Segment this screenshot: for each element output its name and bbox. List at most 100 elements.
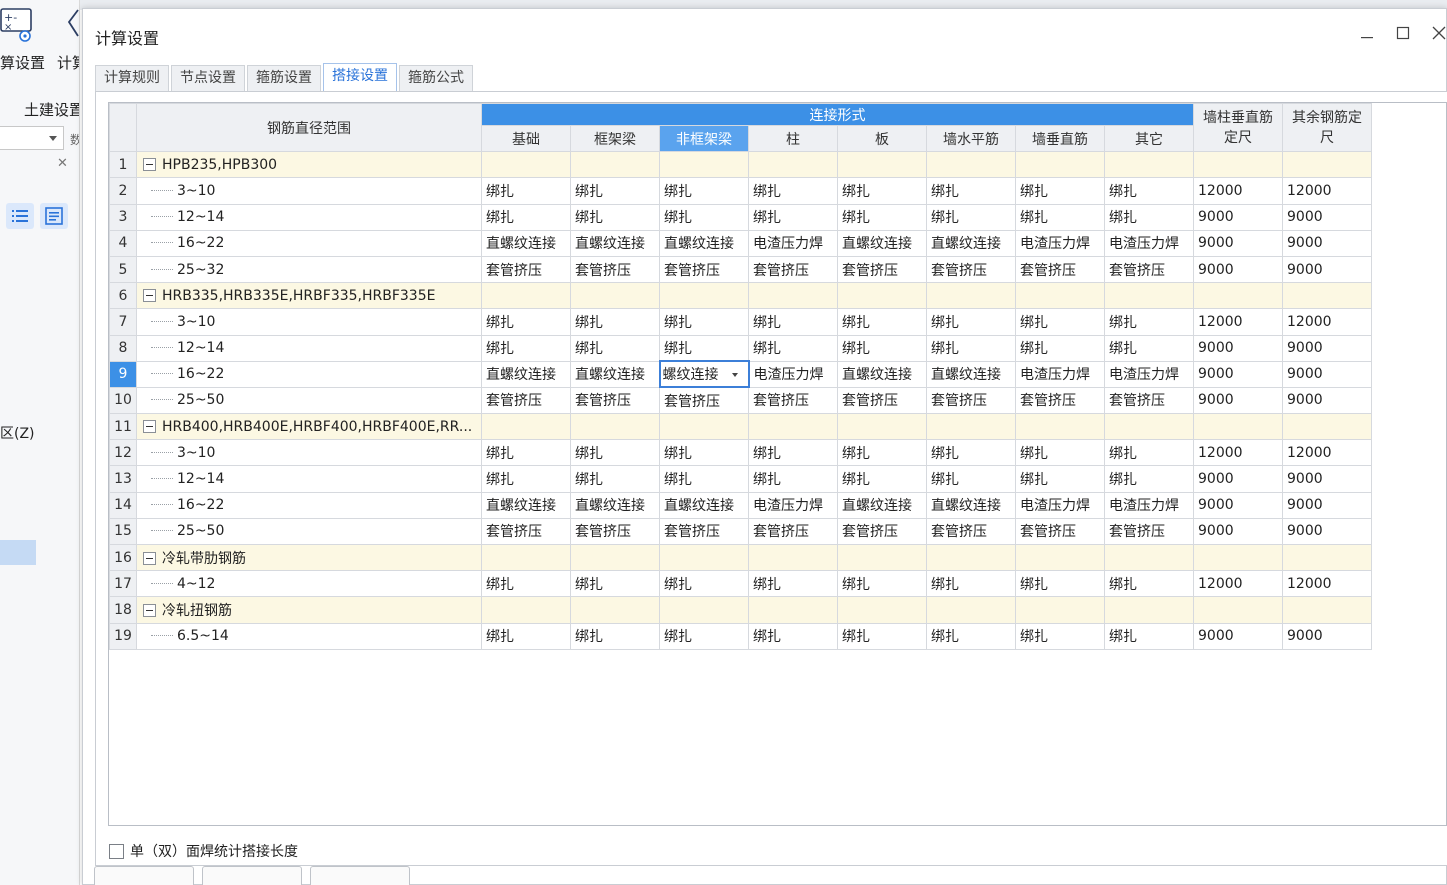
table-cell[interactable]	[926, 282, 1016, 310]
table-cell[interactable]: 绑扎	[1104, 465, 1194, 493]
detail-view-button[interactable]	[40, 203, 68, 229]
range-cell[interactable]: 12~14	[136, 334, 482, 362]
table-cell[interactable]: 套管挤压	[926, 517, 1016, 546]
table-cell[interactable]	[659, 282, 749, 310]
header-other-length[interactable]: 其余钢筋定尺	[1282, 103, 1372, 153]
range-cell[interactable]: 16~22	[136, 491, 482, 519]
table-cell[interactable]	[1015, 282, 1105, 310]
table-cell[interactable]: 绑扎	[1015, 622, 1105, 650]
table-cell[interactable]: 绑扎	[570, 622, 660, 650]
row-number[interactable]: 5	[109, 255, 137, 284]
table-row[interactable]: 12 3~10 绑扎 绑扎 绑扎 绑扎 绑扎 绑扎 绑扎 绑扎 12000 12000	[109, 439, 1372, 467]
table-cell[interactable]	[570, 543, 660, 572]
checkbox-box[interactable]	[109, 843, 124, 859]
table-cell[interactable]: 套管挤压	[1104, 517, 1194, 546]
table-cell[interactable]: 绑扎	[659, 203, 749, 231]
row-number[interactable]: 6	[109, 282, 137, 310]
table-cell[interactable]	[570, 151, 660, 179]
calc-settings-icon[interactable]: +- ×	[0, 6, 34, 42]
table-cell[interactable]: 电渣压力焊	[748, 360, 838, 388]
table-cell[interactable]: 套管挤压	[926, 386, 1016, 415]
collapse-icon[interactable]	[143, 603, 156, 617]
table-cell[interactable]: 绑扎	[481, 570, 571, 598]
table-cell[interactable]: 套管挤压	[1104, 255, 1194, 284]
collapse-icon[interactable]	[143, 288, 156, 302]
table-cell[interactable]: 12000	[1282, 177, 1372, 205]
table-cell[interactable]	[748, 413, 838, 441]
table-cell[interactable]: 绑扎	[1104, 334, 1194, 362]
table-cell[interactable]: 套管挤压	[570, 255, 660, 284]
table-cell[interactable]: 12000	[1193, 570, 1283, 598]
row-number[interactable]: 8	[109, 334, 137, 362]
table-cell[interactable]: 12000	[1193, 177, 1283, 205]
table-cell[interactable]: 绑扎	[837, 465, 927, 493]
table-cell[interactable]: 绑扎	[926, 570, 1016, 598]
table-cell[interactable]	[837, 151, 927, 179]
table-cell[interactable]: 9000	[1193, 255, 1283, 284]
table-cell[interactable]: 绑扎	[570, 308, 660, 336]
table-cell[interactable]: 绑扎	[1104, 622, 1194, 650]
table-cell[interactable]	[659, 413, 749, 441]
table-cell[interactable]	[1193, 543, 1283, 572]
row-number[interactable]: 18	[109, 596, 137, 624]
table-cell[interactable]: 绑扎	[926, 177, 1016, 205]
row-number[interactable]: 4	[109, 229, 137, 257]
table-cell[interactable]	[748, 596, 838, 624]
table-cell[interactable]: 绑扎	[659, 308, 749, 336]
table-cell[interactable]: 绑扎	[748, 203, 838, 231]
table-cell[interactable]: 绑扎	[481, 177, 571, 205]
table-row[interactable]: 15 25~50 套管挤压 套管挤压 套管挤压 套管挤压 套管挤压 套管挤压 套管挤压 套管挤压 9…	[109, 517, 1372, 546]
table-cell[interactable]: 绑扎	[748, 465, 838, 493]
row-number[interactable]: 13	[109, 465, 137, 493]
table-cell[interactable]	[659, 151, 749, 179]
table-cell[interactable]: 绑扎	[837, 622, 927, 650]
list-view-button[interactable]	[6, 203, 34, 229]
dialog-bottom-button-1[interactable]	[94, 866, 194, 885]
table-cell[interactable]: 直螺纹连接	[926, 360, 1016, 388]
table-cell[interactable]: 直螺纹连接	[481, 229, 571, 257]
table-cell[interactable]: 绑扎	[1104, 177, 1194, 205]
table-cell[interactable]	[481, 413, 571, 441]
table-cell[interactable]: 9000	[1193, 465, 1283, 493]
range-cell[interactable]: 16~22	[136, 360, 482, 388]
table-cell[interactable]: 绑扎	[748, 570, 838, 598]
table-cell[interactable]	[570, 282, 660, 310]
table-row[interactable]: 8 12~14 绑扎 绑扎 绑扎 绑扎 绑扎 绑扎 绑扎 绑扎 9000 9000	[109, 334, 1372, 362]
table-row[interactable]: 7 3~10 绑扎 绑扎 绑扎 绑扎 绑扎 绑扎 绑扎 绑扎 12000 12000	[109, 308, 1372, 336]
table-cell[interactable]	[1104, 543, 1194, 572]
chevron-down-icon[interactable]	[731, 373, 738, 378]
table-cell[interactable]: 套管挤压	[570, 386, 660, 415]
table-row[interactable]: 5 25~32 套管挤压 套管挤压 套管挤压 套管挤压 套管挤压 套管挤压 套管挤压 套管挤压 90…	[109, 255, 1372, 284]
table-cell[interactable]	[748, 543, 838, 572]
table-cell[interactable]: 绑扎	[748, 439, 838, 467]
table-cell[interactable]: 套管挤压	[926, 255, 1016, 284]
table-cell[interactable]: 绑扎	[659, 570, 749, 598]
table-cell[interactable]	[837, 413, 927, 441]
table-cell[interactable]: 12000	[1282, 570, 1372, 598]
table-cell[interactable]: 绑扎	[1104, 308, 1194, 336]
table-cell[interactable]: 绑扎	[1015, 465, 1105, 493]
table-cell[interactable]: 绑扎	[1015, 203, 1105, 231]
table-cell[interactable]: 绑扎	[570, 570, 660, 598]
table-cell[interactable]	[481, 151, 571, 179]
row-number[interactable]: 15	[109, 517, 137, 546]
table-cell[interactable]: 12000	[1193, 439, 1283, 467]
table-cell[interactable]: 绑扎	[570, 439, 660, 467]
table-cell[interactable]: 绑扎	[837, 570, 927, 598]
table-cell[interactable]	[837, 543, 927, 572]
table-cell[interactable]	[1193, 151, 1283, 179]
table-cell[interactable]: 绑扎	[748, 334, 838, 362]
table-cell[interactable]: 绑扎	[837, 439, 927, 467]
sub-header-7[interactable]: 墙垂直筋	[1015, 124, 1105, 153]
table-cell[interactable]: 电渣压力焊	[1104, 360, 1194, 388]
table-row[interactable]: 9 16~22 直螺纹连接 直螺纹连接 螺纹连接 电渣压力焊 直螺纹连接 直螺纹连接 电渣压力焊…	[109, 360, 1372, 389]
sub-header-1[interactable]: 基础	[481, 124, 571, 153]
table-cell[interactable]: 直螺纹连接	[837, 360, 927, 388]
collapse-icon[interactable]	[143, 157, 156, 171]
table-cell[interactable]	[481, 282, 571, 310]
table-cell[interactable]: 直螺纹连接	[659, 229, 749, 257]
sub-header-6[interactable]: 墙水平筋	[926, 124, 1016, 153]
table-cell[interactable]: 电渣压力焊	[1015, 491, 1105, 519]
row-number[interactable]: 10	[109, 386, 137, 415]
table-row[interactable]: 14 16~22 直螺纹连接 直螺纹连接 直螺纹连接 电渣压力焊 直螺纹连接 直螺纹连接 电渣压…	[109, 491, 1372, 519]
